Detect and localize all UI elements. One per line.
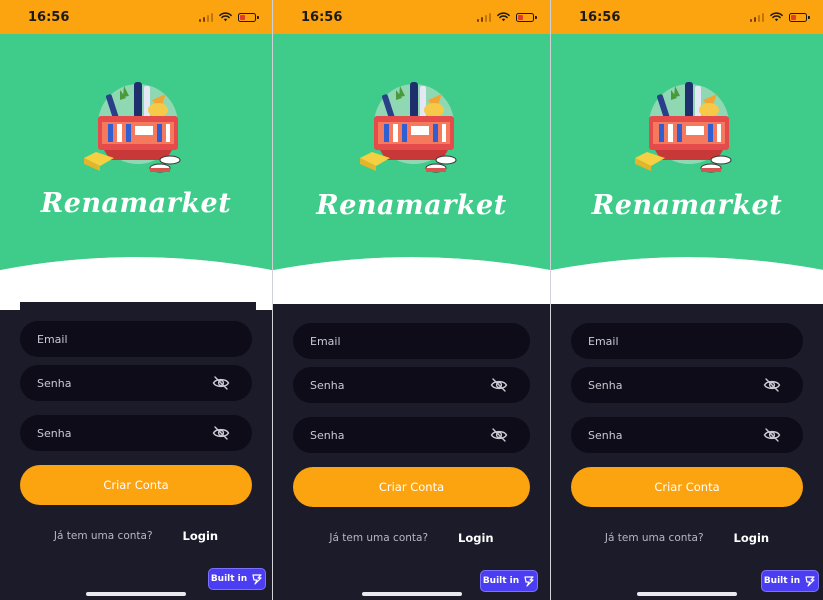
confirm-password-placeholder: Senha (588, 428, 623, 442)
login-link[interactable]: Login (458, 531, 494, 545)
login-link[interactable]: Login (734, 531, 770, 545)
eye-off-icon[interactable] (490, 428, 508, 442)
status-bar: 16:56 (551, 0, 823, 34)
password-field[interactable]: Senha (293, 367, 530, 403)
login-row: Já tem uma conta? Login (273, 531, 550, 545)
home-indicator (86, 592, 186, 596)
status-bar: 16:56 (0, 0, 272, 34)
wifi-icon (770, 12, 783, 22)
home-indicator (361, 592, 462, 596)
screens-strip: 16:56 Renamarket Email Senha Senha Criar… (0, 0, 823, 600)
eye-off-icon[interactable] (212, 426, 230, 440)
signup-screen: 16:56 Renamarket Email Senha Senha Criar… (550, 0, 823, 600)
brand-logo-text: Renamarket (591, 190, 783, 221)
password-placeholder: Senha (588, 378, 623, 392)
confirm-password-field[interactable]: Senha (293, 417, 530, 453)
signup-screen: 16:56 Renamarket Email Senha Senha Criar… (272, 0, 550, 600)
builder-logo-icon (805, 576, 815, 587)
login-question: Já tem uma conta? (604, 532, 704, 544)
built-in-badge[interactable]: Built in (208, 568, 266, 590)
login-question: Já tem uma conta? (329, 532, 429, 544)
hero-curve (551, 250, 823, 310)
builder-logo-icon (524, 576, 534, 587)
wifi-icon (219, 12, 232, 22)
grocery-basket-icon (84, 82, 181, 173)
home-indicator (637, 592, 737, 596)
create-account-button[interactable]: Criar Conta (293, 467, 530, 507)
battery-icon (516, 12, 537, 22)
built-in-label: Built in (763, 576, 801, 586)
grocery-basket-icon (635, 82, 732, 173)
password-field[interactable]: Senha (20, 365, 252, 401)
signup-form: Email Senha Senha Criar Conta (293, 323, 530, 507)
email-field[interactable]: Email (20, 321, 252, 357)
status-bar: 16:56 (273, 0, 550, 34)
email-field[interactable]: Email (571, 323, 803, 359)
confirm-password-field[interactable]: Senha (571, 417, 803, 453)
login-question: Já tem uma conta? (53, 530, 153, 542)
create-account-button[interactable]: Criar Conta (20, 465, 252, 505)
signal-icon (749, 12, 764, 22)
builder-logo-icon (252, 574, 262, 585)
eye-off-icon[interactable] (212, 376, 230, 390)
built-in-label: Built in (482, 576, 520, 586)
confirm-password-placeholder: Senha (310, 428, 345, 442)
login-row: Já tem uma conta? Login (0, 529, 272, 543)
brand-logo-text: Renamarket (40, 188, 232, 219)
eye-off-icon[interactable] (490, 378, 508, 392)
grocery-basket-icon (359, 82, 456, 173)
confirm-password-field[interactable]: Senha (20, 415, 252, 451)
signup-form: Email Senha Senha Criar Conta (571, 323, 803, 507)
signup-screen: 16:56 Renamarket Email Senha Senha Criar… (0, 0, 272, 600)
email-field[interactable]: Email (293, 323, 530, 359)
login-link[interactable]: Login (183, 529, 219, 543)
eye-off-icon[interactable] (763, 428, 781, 442)
built-in-label: Built in (210, 574, 248, 584)
hero-curve (0, 250, 272, 310)
password-placeholder: Senha (310, 378, 345, 392)
eye-off-icon[interactable] (763, 378, 781, 392)
email-placeholder: Email (310, 334, 341, 348)
status-icons (476, 12, 537, 22)
login-row: Já tem uma conta? Login (551, 531, 823, 545)
status-icons (198, 12, 259, 22)
create-account-button[interactable]: Criar Conta (571, 467, 803, 507)
built-in-badge[interactable]: Built in (761, 570, 819, 592)
status-time: 16:56 (28, 9, 70, 25)
battery-icon (238, 12, 259, 22)
signal-icon (198, 12, 213, 22)
confirm-password-placeholder: Senha (37, 426, 72, 440)
password-placeholder: Senha (37, 376, 72, 390)
signup-form: Email Senha Senha Criar Conta (20, 321, 252, 505)
signal-icon (476, 12, 491, 22)
built-in-badge[interactable]: Built in (480, 570, 538, 592)
email-placeholder: Email (37, 332, 68, 346)
hero-curve (273, 250, 550, 310)
status-icons (749, 12, 810, 22)
email-placeholder: Email (588, 334, 619, 348)
status-time: 16:56 (579, 9, 621, 25)
password-field[interactable]: Senha (571, 367, 803, 403)
wifi-icon (497, 12, 510, 22)
battery-icon (789, 12, 810, 22)
status-time: 16:56 (301, 9, 343, 25)
brand-logo-text: Renamarket (316, 190, 507, 221)
